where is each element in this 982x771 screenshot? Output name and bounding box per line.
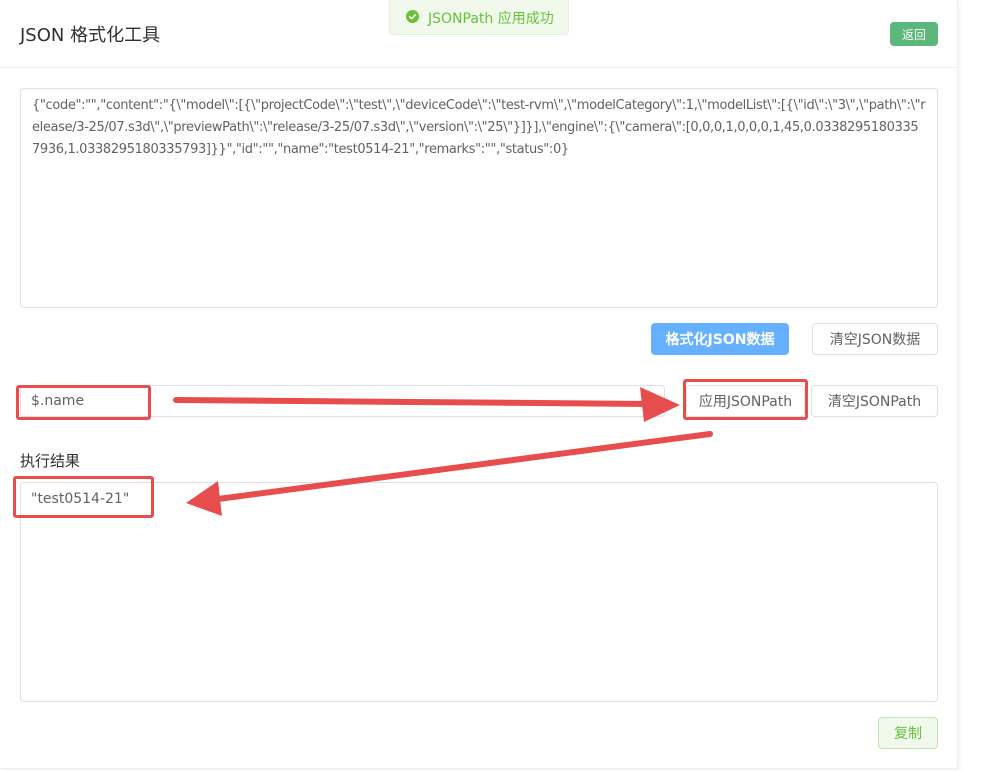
jsonpath-input[interactable] [20, 385, 665, 417]
json-input-textarea[interactable]: {"code":"","content":"{\"model\":[{\"pro… [20, 88, 938, 308]
format-json-button[interactable]: 格式化JSON数据 [651, 323, 789, 355]
result-label: 执行结果 [20, 452, 81, 470]
result-output[interactable]: "test0514-21" [20, 482, 938, 702]
toast-message: JSONPath 应用成功 [428, 11, 554, 27]
json-formatter-card: JSON 格式化工具 返回 {"code":"","content":"{\"m… [0, 0, 958, 769]
copy-button[interactable]: 复制 [878, 717, 938, 749]
success-check-icon [406, 10, 419, 23]
apply-jsonpath-button[interactable]: 应用JSONPath [686, 385, 805, 417]
clear-jsonpath-button[interactable]: 清空JSONPath [811, 385, 938, 417]
page-title: JSON 格式化工具 [20, 25, 161, 46]
back-button[interactable]: 返回 [890, 22, 938, 46]
clear-json-button[interactable]: 清空JSON数据 [812, 323, 938, 355]
result-value: "test0514-21" [31, 491, 130, 507]
success-toast: JSONPath 应用成功 [389, 0, 569, 35]
